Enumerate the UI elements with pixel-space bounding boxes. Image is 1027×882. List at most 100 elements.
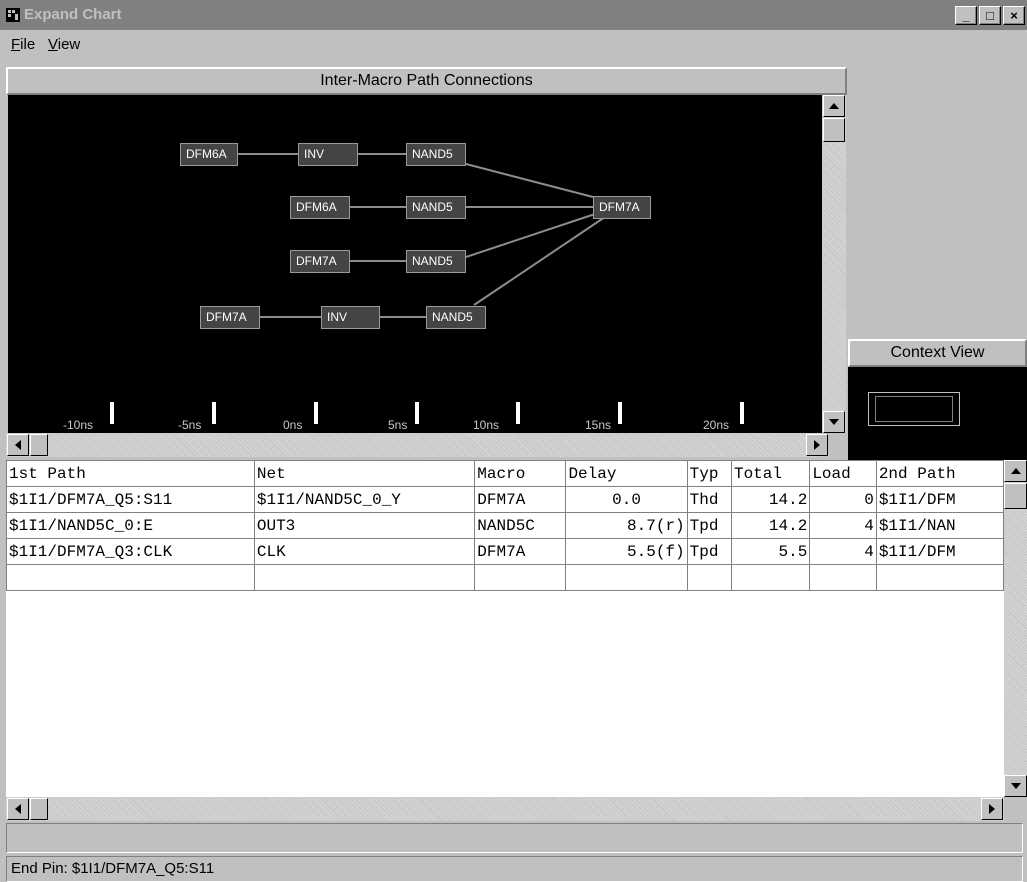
path-table-grid: 1st Path Net Macro Delay Typ Total Load … bbox=[6, 460, 1004, 591]
graph-node[interactable]: INV bbox=[321, 306, 380, 329]
graph-horizontal-scrollbar[interactable] bbox=[6, 433, 828, 457]
graph-node[interactable]: DFM7A bbox=[593, 196, 651, 219]
scroll-down-button[interactable] bbox=[1004, 775, 1027, 797]
time-tick-label: -10ns bbox=[63, 418, 94, 432]
graph-node[interactable]: DFM6A bbox=[180, 143, 238, 166]
scroll-left-button[interactable] bbox=[7, 434, 29, 456]
graph-panel-title: Inter-Macro Path Connections bbox=[6, 67, 847, 95]
title-bar[interactable]: Expand Chart _ □ × bbox=[0, 0, 1027, 30]
cell-first-path: $1I1/DFM7A_Q3:CLK bbox=[6, 538, 255, 565]
column-header[interactable]: Typ bbox=[686, 460, 732, 487]
arrow-right-icon bbox=[814, 440, 820, 450]
time-tick-label: -5ns bbox=[178, 418, 202, 432]
empty-cell bbox=[809, 564, 877, 591]
scroll-up-button[interactable] bbox=[823, 95, 845, 117]
graph-node[interactable]: DFM6A bbox=[290, 196, 350, 219]
column-header[interactable]: 1st Path bbox=[6, 460, 255, 487]
menu-bar: File View bbox=[0, 30, 1027, 60]
cell-macro: NAND5C bbox=[474, 512, 567, 539]
app-icon bbox=[6, 8, 20, 22]
table-row[interactable]: $1I1/DFM7A_Q3:CLK CLK DFM7A 5.5(f) Tpd 5… bbox=[6, 538, 1004, 565]
menu-view-label: iew bbox=[57, 36, 81, 53]
cell-first-path: $1I1/DFM7A_Q5:S11 bbox=[6, 486, 255, 513]
time-tick-label: 20ns bbox=[703, 418, 730, 432]
empty-cell bbox=[875, 564, 1004, 591]
empty-cell bbox=[253, 564, 476, 591]
close-button[interactable]: × bbox=[1003, 6, 1025, 25]
arrow-right-icon bbox=[989, 804, 995, 814]
menu-file-mnemonic: F bbox=[11, 36, 21, 53]
column-header[interactable]: Macro bbox=[474, 460, 567, 487]
graph-node[interactable]: INV bbox=[298, 143, 358, 166]
table-vertical-scrollbar[interactable] bbox=[1004, 460, 1027, 797]
empty-cell bbox=[474, 564, 567, 591]
column-header[interactable]: Delay bbox=[565, 460, 688, 487]
time-tick-label: 10ns bbox=[473, 418, 500, 432]
info-bar bbox=[6, 823, 1023, 853]
scroll-left-button[interactable] bbox=[7, 798, 29, 820]
status-bar: End Pin: $1I1/DFM7A_Q5:S11 bbox=[6, 856, 1023, 882]
scroll-up-button[interactable] bbox=[1004, 460, 1027, 482]
scroll-thumb[interactable] bbox=[30, 434, 48, 456]
cell-macro: DFM7A bbox=[474, 486, 567, 513]
column-header[interactable]: Total bbox=[730, 460, 811, 487]
maximize-button[interactable]: □ bbox=[979, 6, 1001, 25]
menu-file[interactable]: File bbox=[11, 36, 35, 53]
menu-file-label: ile bbox=[20, 36, 36, 53]
cell-total: 14.2 bbox=[730, 512, 811, 539]
cell-macro: DFM7A bbox=[474, 538, 567, 565]
cell-second-path: $1I1/NAN bbox=[875, 512, 1004, 539]
path-graph-canvas[interactable]: DFM6A INV NAND5 DFM6A NAND5 DFM7A DFM7A … bbox=[8, 95, 822, 433]
column-header[interactable]: 2nd Path bbox=[875, 460, 1004, 487]
context-view-canvas[interactable] bbox=[848, 367, 1027, 461]
scroll-right-button[interactable] bbox=[806, 434, 828, 456]
cell-second-path: $1I1/DFM bbox=[875, 486, 1004, 513]
time-tick-label: 15ns bbox=[585, 418, 612, 432]
graph-node[interactable]: NAND5 bbox=[406, 143, 466, 166]
scroll-right-button[interactable] bbox=[981, 798, 1003, 820]
empty-cell bbox=[730, 564, 811, 591]
time-tick-mark bbox=[314, 402, 318, 424]
empty-cell bbox=[6, 564, 255, 591]
column-header[interactable]: Load bbox=[809, 460, 877, 487]
viewport-inner-frame bbox=[875, 396, 953, 422]
scroll-down-button[interactable] bbox=[823, 411, 845, 433]
window-title: Expand Chart bbox=[24, 6, 122, 23]
cell-delay: 5.5(f) bbox=[565, 538, 688, 565]
graph-node[interactable]: DFM7A bbox=[200, 306, 260, 329]
cell-first-path: $1I1/NAND5C_0:E bbox=[6, 512, 255, 539]
graph-node[interactable]: NAND5 bbox=[406, 250, 466, 273]
cell-total: 14.2 bbox=[730, 486, 811, 513]
time-tick-mark bbox=[110, 402, 114, 424]
time-tick-mark bbox=[740, 402, 744, 424]
cell-delay: 8.7(r) bbox=[565, 512, 688, 539]
arrow-up-icon bbox=[829, 103, 839, 109]
table-row[interactable]: $1I1/DFM7A_Q5:S11 $1I1/NAND5C_0_Y DFM7A … bbox=[6, 486, 1004, 513]
table-row[interactable]: $1I1/NAND5C_0:E OUT3 NAND5C 8.7(r) Tpd 1… bbox=[6, 512, 1004, 539]
arrow-left-icon bbox=[15, 440, 21, 450]
graph-node[interactable]: NAND5 bbox=[406, 196, 466, 219]
column-header[interactable]: Net bbox=[253, 460, 476, 487]
graph-vertical-scrollbar[interactable] bbox=[822, 95, 846, 433]
graph-node[interactable]: DFM7A bbox=[290, 250, 350, 273]
path-table[interactable]: 1st Path Net Macro Delay Typ Total Load … bbox=[6, 460, 1004, 797]
arrow-up-icon bbox=[1010, 468, 1021, 474]
table-horizontal-scrollbar[interactable] bbox=[6, 797, 1004, 821]
time-tick-mark bbox=[415, 402, 419, 424]
cell-load: 4 bbox=[809, 538, 877, 565]
cell-second-path: $1I1/DFM bbox=[875, 538, 1004, 565]
arrow-down-icon bbox=[1010, 783, 1021, 789]
scroll-thumb[interactable] bbox=[1004, 483, 1027, 509]
menu-view-mnemonic: V bbox=[48, 36, 58, 53]
time-tick-mark bbox=[212, 402, 216, 424]
minimize-button[interactable]: _ bbox=[955, 6, 977, 25]
cell-total: 5.5 bbox=[730, 538, 811, 565]
cell-load: 0 bbox=[809, 486, 877, 513]
cell-type: Tpd bbox=[686, 512, 732, 539]
table-header-row: 1st Path Net Macro Delay Typ Total Load … bbox=[6, 460, 1004, 487]
menu-view[interactable]: View bbox=[48, 36, 80, 53]
graph-node[interactable]: NAND5 bbox=[426, 306, 486, 329]
scroll-thumb[interactable] bbox=[823, 118, 845, 142]
time-tick-label: 5ns bbox=[388, 418, 408, 432]
scroll-thumb[interactable] bbox=[30, 798, 48, 820]
